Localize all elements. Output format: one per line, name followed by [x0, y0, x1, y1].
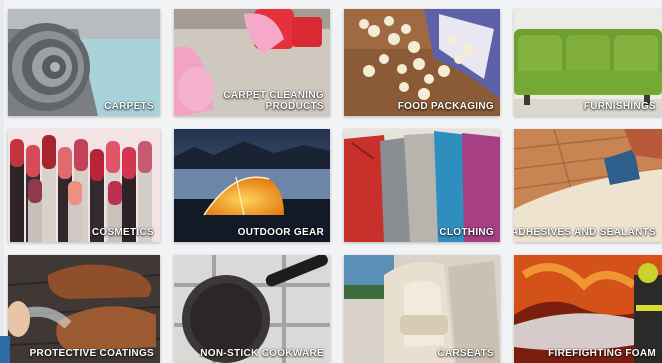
tile-carpets[interactable]: CARPETS [8, 9, 160, 116]
glowing-tent-image [174, 129, 330, 242]
tile-label: CARSEATS [437, 348, 494, 359]
tile-furnishings[interactable]: FURNISHINGS [514, 9, 662, 116]
tile-outdoor-gear[interactable]: OUTDOOR GEAR [174, 129, 330, 242]
tile-label: CARPETS [104, 101, 154, 112]
popcorn-image [344, 9, 500, 116]
tile-carpet-cleaning-products[interactable]: CARPET CLEANING PRODUCTS [174, 9, 330, 116]
tile-cosmetics[interactable]: COSMETICS [8, 129, 160, 242]
tile-firefighting-foam[interactable]: FIREFIGHTING FOAM [514, 255, 662, 363]
tile-label: FURNISHINGS [583, 101, 656, 112]
tile-label: OUTDOOR GEAR [237, 227, 324, 238]
tile-non-stick-cookware[interactable]: NON-STICK COOKWARE [174, 255, 330, 363]
tile-label: CLOTHING [439, 227, 494, 238]
car-seat-image [344, 255, 500, 363]
tile-label: ADHESIVES AND SEALANTS [514, 227, 656, 238]
page-left-edge [0, 0, 4, 363]
lipsticks-image [8, 129, 160, 242]
tile-label: FIREFIGHTING FOAM [548, 348, 656, 359]
adhesive-floor-image [514, 129, 662, 242]
tile-clothing[interactable]: CLOTHING [344, 129, 500, 242]
frying-pan-image [174, 255, 330, 363]
side-tab[interactable] [0, 336, 10, 363]
jackets-rack-image [344, 129, 500, 242]
tile-adhesives-and-sealants[interactable]: ADHESIVES AND SEALANTS [514, 129, 662, 242]
tile-label: PROTECTIVE COATINGS [29, 348, 154, 359]
tile-label: FOOD PACKAGING [397, 101, 494, 112]
spray-shoes-image [8, 255, 160, 363]
tile-label: COSMETICS [91, 227, 154, 238]
tile-label: NON-STICK COOKWARE [200, 348, 324, 359]
tile-protective-coatings[interactable]: PROTECTIVE COATINGS [8, 255, 160, 363]
tile-label-line: CARPET CLEANING [223, 90, 324, 101]
tile-label: CARPET CLEANING PRODUCTS [223, 90, 324, 112]
tile-food-packaging[interactable]: FOOD PACKAGING [344, 9, 500, 116]
tile-label-line: PRODUCTS [265, 101, 324, 112]
green-sofa-image [514, 9, 662, 116]
carpet-roll-image [8, 9, 160, 116]
firefighter-image [514, 255, 662, 363]
tile-carseats[interactable]: CARSEATS [344, 255, 500, 363]
